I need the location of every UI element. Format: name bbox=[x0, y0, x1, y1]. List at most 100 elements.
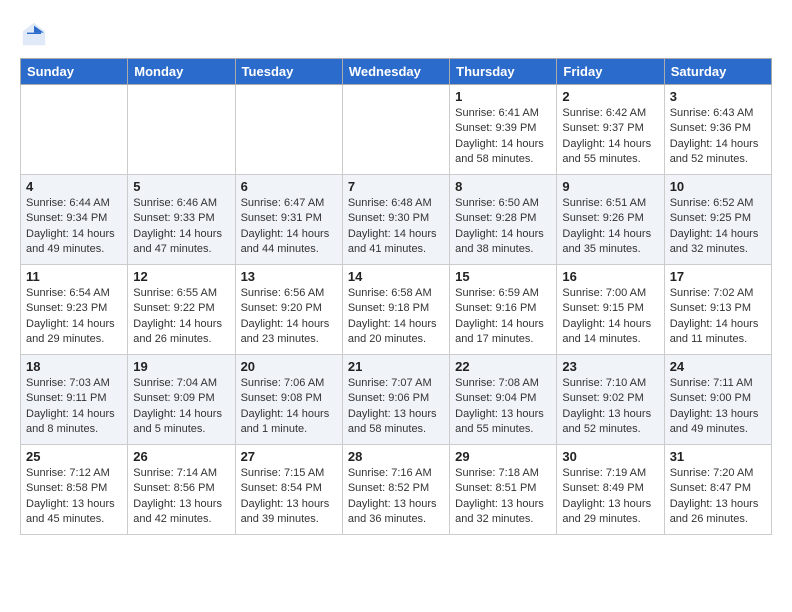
day-number: 7 bbox=[348, 179, 444, 194]
day-info: Sunrise: 7:20 AM Sunset: 8:47 PM Dayligh… bbox=[670, 466, 766, 528]
calendar-cell: 21 Sunrise: 7:07 AM Sunset: 9:06 PM Dayli… bbox=[342, 355, 449, 445]
calendar-cell bbox=[342, 85, 449, 175]
day-info: Sunrise: 7:15 AM Sunset: 8:54 PM Dayligh… bbox=[241, 466, 337, 528]
calendar-cell bbox=[128, 85, 235, 175]
calendar-cell: 18 Sunrise: 7:03 AM Sunset: 9:11 PM Dayli… bbox=[21, 355, 128, 445]
day-info: Sunrise: 6:46 AM Sunset: 9:33 PM Dayligh… bbox=[133, 196, 229, 258]
day-info: Sunrise: 7:14 AM Sunset: 8:56 PM Dayligh… bbox=[133, 466, 229, 528]
calendar-cell: 12Sunrise: 6:55 AM Sunset: 9:22 PM Dayli… bbox=[128, 265, 235, 355]
calendar-cell: 2 Sunrise: 6:42 AM Sunset: 9:37 PM Daylig… bbox=[557, 85, 664, 175]
day-number: 13 bbox=[241, 269, 337, 284]
day-number: 1 bbox=[455, 89, 551, 104]
calendar-cell: 13 Sunrise: 6:56 AM Sunset: 9:20 PM Dayli… bbox=[235, 265, 342, 355]
calendar-cell: 16 Sunrise: 7:00 AM Sunset: 9:15 PM Dayli… bbox=[557, 265, 664, 355]
day-number: 31 bbox=[670, 449, 766, 464]
day-number: 16 bbox=[562, 269, 658, 284]
calendar-cell: 1 Sunrise: 6:41 AM Sunset: 9:39 PM Daylig… bbox=[450, 85, 557, 175]
day-number: 30 bbox=[562, 449, 658, 464]
calendar-cell: 22 Sunrise: 7:08 AM Sunset: 9:04 PM Dayli… bbox=[450, 355, 557, 445]
calendar-cell: 7 Sunrise: 6:48 AM Sunset: 9:30 PM Daylig… bbox=[342, 175, 449, 265]
day-number: 24 bbox=[670, 359, 766, 374]
day-info: Sunrise: 7:16 AM Sunset: 8:52 PM Dayligh… bbox=[348, 466, 444, 528]
calendar-cell: 11Sunrise: 6:54 AM Sunset: 9:23 PM Dayli… bbox=[21, 265, 128, 355]
calendar-cell: 29 Sunrise: 7:18 AM Sunset: 8:51 PM Dayli… bbox=[450, 445, 557, 535]
calendar-cell: 28Sunrise: 7:16 AM Sunset: 8:52 PM Dayli… bbox=[342, 445, 449, 535]
calendar: SundayMondayTuesdayWednesdayThursdayFrid… bbox=[20, 58, 772, 535]
weekday-header: Tuesday bbox=[235, 59, 342, 85]
day-info: Sunrise: 7:08 AM Sunset: 9:04 PM Dayligh… bbox=[455, 376, 551, 438]
calendar-cell: 15 Sunrise: 6:59 AM Sunset: 9:16 PM Dayli… bbox=[450, 265, 557, 355]
day-number: 23 bbox=[562, 359, 658, 374]
weekday-header: Thursday bbox=[450, 59, 557, 85]
day-number: 6 bbox=[241, 179, 337, 194]
calendar-cell: 23 Sunrise: 7:10 AM Sunset: 9:02 PM Dayli… bbox=[557, 355, 664, 445]
day-number: 29 bbox=[455, 449, 551, 464]
calendar-cell: 10 Sunrise: 6:52 AM Sunset: 9:25 PM Dayli… bbox=[664, 175, 771, 265]
day-number: 15 bbox=[455, 269, 551, 284]
day-info: Sunrise: 7:10 AM Sunset: 9:02 PM Dayligh… bbox=[562, 376, 658, 438]
day-number: 5 bbox=[133, 179, 229, 194]
calendar-cell: 5 Sunrise: 6:46 AM Sunset: 9:33 PM Daylig… bbox=[128, 175, 235, 265]
day-number: 9 bbox=[562, 179, 658, 194]
calendar-cell: 27 Sunrise: 7:15 AM Sunset: 8:54 PM Dayli… bbox=[235, 445, 342, 535]
day-info: Sunrise: 7:03 AM Sunset: 9:11 PM Dayligh… bbox=[26, 376, 122, 438]
day-info: Sunrise: 6:48 AM Sunset: 9:30 PM Dayligh… bbox=[348, 196, 444, 258]
day-info: Sunrise: 6:43 AM Sunset: 9:36 PM Dayligh… bbox=[670, 106, 766, 168]
day-info: Sunrise: 7:06 AM Sunset: 9:08 PM Dayligh… bbox=[241, 376, 337, 438]
day-info: Sunrise: 7:12 AM Sunset: 8:58 PM Dayligh… bbox=[26, 466, 122, 528]
day-info: Sunrise: 7:07 AM Sunset: 9:06 PM Dayligh… bbox=[348, 376, 444, 438]
weekday-header: Sunday bbox=[21, 59, 128, 85]
day-number: 3 bbox=[670, 89, 766, 104]
day-info: Sunrise: 6:50 AM Sunset: 9:28 PM Dayligh… bbox=[455, 196, 551, 258]
day-info: Sunrise: 6:51 AM Sunset: 9:26 PM Dayligh… bbox=[562, 196, 658, 258]
day-number: 10 bbox=[670, 179, 766, 194]
calendar-cell bbox=[235, 85, 342, 175]
day-number: 17 bbox=[670, 269, 766, 284]
day-info: Sunrise: 6:41 AM Sunset: 9:39 PM Dayligh… bbox=[455, 106, 551, 168]
calendar-cell: 9 Sunrise: 6:51 AM Sunset: 9:26 PM Daylig… bbox=[557, 175, 664, 265]
day-number: 26 bbox=[133, 449, 229, 464]
calendar-cell: 6 Sunrise: 6:47 AM Sunset: 9:31 PM Daylig… bbox=[235, 175, 342, 265]
calendar-cell bbox=[21, 85, 128, 175]
day-number: 22 bbox=[455, 359, 551, 374]
calendar-cell: 3 Sunrise: 6:43 AM Sunset: 9:36 PM Daylig… bbox=[664, 85, 771, 175]
calendar-cell: 30 Sunrise: 7:19 AM Sunset: 8:49 PM Dayli… bbox=[557, 445, 664, 535]
weekday-header: Friday bbox=[557, 59, 664, 85]
calendar-cell: 14 Sunrise: 6:58 AM Sunset: 9:18 PM Dayli… bbox=[342, 265, 449, 355]
calendar-cell: 31 Sunrise: 7:20 AM Sunset: 8:47 PM Dayli… bbox=[664, 445, 771, 535]
day-number: 21 bbox=[348, 359, 444, 374]
calendar-cell: 26 Sunrise: 7:14 AM Sunset: 8:56 PM Dayli… bbox=[128, 445, 235, 535]
day-info: Sunrise: 7:00 AM Sunset: 9:15 PM Dayligh… bbox=[562, 286, 658, 348]
day-info: Sunrise: 6:56 AM Sunset: 9:20 PM Dayligh… bbox=[241, 286, 337, 348]
day-info: Sunrise: 7:04 AM Sunset: 9:09 PM Dayligh… bbox=[133, 376, 229, 438]
calendar-cell: 20 Sunrise: 7:06 AM Sunset: 9:08 PM Dayli… bbox=[235, 355, 342, 445]
day-info: Sunrise: 7:11 AM Sunset: 9:00 PM Dayligh… bbox=[670, 376, 766, 438]
weekday-header: Wednesday bbox=[342, 59, 449, 85]
weekday-header: Monday bbox=[128, 59, 235, 85]
header-area bbox=[20, 20, 772, 48]
calendar-cell: 19Sunrise: 7:04 AM Sunset: 9:09 PM Dayli… bbox=[128, 355, 235, 445]
calendar-cell: 24 Sunrise: 7:11 AM Sunset: 9:00 PM Dayli… bbox=[664, 355, 771, 445]
day-info: Sunrise: 7:02 AM Sunset: 9:13 PM Dayligh… bbox=[670, 286, 766, 348]
day-number: 25 bbox=[26, 449, 122, 464]
day-number: 18 bbox=[26, 359, 122, 374]
logo bbox=[20, 20, 52, 48]
day-number: 20 bbox=[241, 359, 337, 374]
day-info: Sunrise: 6:47 AM Sunset: 9:31 PM Dayligh… bbox=[241, 196, 337, 258]
day-info: Sunrise: 6:52 AM Sunset: 9:25 PM Dayligh… bbox=[670, 196, 766, 258]
calendar-cell: 4Sunrise: 6:44 AM Sunset: 9:34 PM Daylig… bbox=[21, 175, 128, 265]
day-info: Sunrise: 6:58 AM Sunset: 9:18 PM Dayligh… bbox=[348, 286, 444, 348]
day-info: Sunrise: 7:18 AM Sunset: 8:51 PM Dayligh… bbox=[455, 466, 551, 528]
day-number: 14 bbox=[348, 269, 444, 284]
day-info: Sunrise: 7:19 AM Sunset: 8:49 PM Dayligh… bbox=[562, 466, 658, 528]
day-number: 8 bbox=[455, 179, 551, 194]
day-number: 4 bbox=[26, 179, 122, 194]
day-info: Sunrise: 6:55 AM Sunset: 9:22 PM Dayligh… bbox=[133, 286, 229, 348]
day-number: 2 bbox=[562, 89, 658, 104]
weekday-header: Saturday bbox=[664, 59, 771, 85]
day-number: 27 bbox=[241, 449, 337, 464]
day-number: 11 bbox=[26, 269, 122, 284]
calendar-cell: 17 Sunrise: 7:02 AM Sunset: 9:13 PM Dayli… bbox=[664, 265, 771, 355]
day-info: Sunrise: 6:59 AM Sunset: 9:16 PM Dayligh… bbox=[455, 286, 551, 348]
day-info: Sunrise: 6:42 AM Sunset: 9:37 PM Dayligh… bbox=[562, 106, 658, 168]
